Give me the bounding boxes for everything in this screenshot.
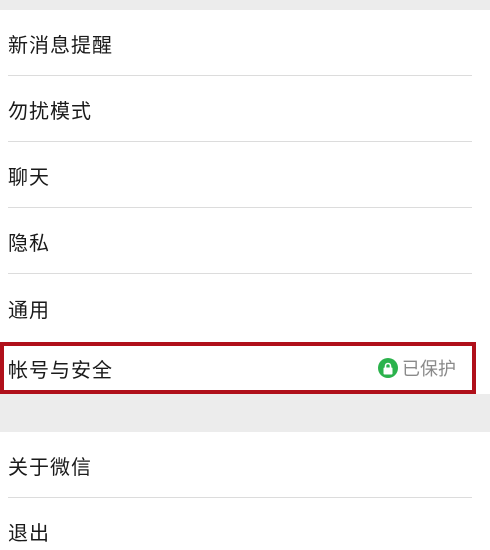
settings-item-label: 隐私	[8, 230, 50, 255]
settings-item-do-not-disturb[interactable]: 勿扰模式	[0, 76, 490, 142]
settings-item-label: 退出	[8, 520, 50, 545]
settings-item-label: 帐号与安全	[8, 357, 113, 382]
settings-item-logout[interactable]: 退出	[0, 498, 490, 550]
settings-item-general[interactable]: 通用	[0, 274, 490, 342]
settings-item-label: 聊天	[8, 164, 50, 189]
settings-group-main: 新消息提醒 勿扰模式 聊天 隐私 通用 帐号与安全 已保护	[0, 10, 490, 394]
lock-icon	[378, 358, 398, 378]
settings-item-privacy[interactable]: 隐私	[0, 208, 490, 274]
protection-status: 已保护	[378, 355, 456, 381]
settings-item-new-message-notification[interactable]: 新消息提醒	[0, 10, 490, 76]
status-text: 已保护	[402, 359, 456, 380]
settings-item-about-wechat[interactable]: 关于微信	[0, 432, 490, 498]
settings-item-label: 通用	[8, 297, 50, 322]
settings-page: 新消息提醒 勿扰模式 聊天 隐私 通用 帐号与安全 已保护 关于微信 退出	[0, 0, 490, 550]
top-spacer	[0, 0, 490, 10]
settings-item-label: 新消息提醒	[8, 32, 113, 57]
section-spacer	[0, 394, 490, 432]
settings-item-chat[interactable]: 聊天	[0, 142, 490, 208]
settings-item-label: 勿扰模式	[8, 98, 92, 123]
settings-group-secondary: 关于微信 退出	[0, 432, 490, 550]
settings-item-label: 关于微信	[8, 454, 92, 479]
settings-item-account-security[interactable]: 帐号与安全 已保护	[0, 342, 476, 394]
